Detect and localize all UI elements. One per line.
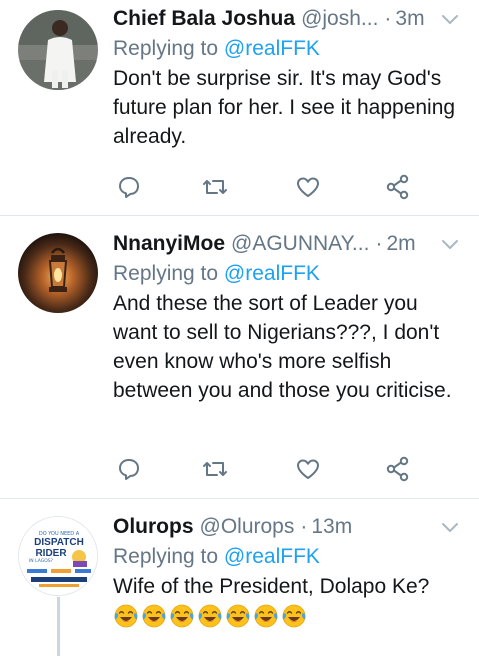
like-icon [297, 459, 319, 479]
laughing-tears-emoji-icon [282, 604, 306, 628]
laughing-tears-emoji-icon [142, 604, 166, 628]
divider [0, 215, 479, 216]
laughing-tears-emoji-icon [198, 604, 222, 628]
reply-icon [119, 177, 139, 198]
share-icon [386, 174, 409, 200]
reply-button[interactable] [115, 174, 143, 200]
replying-to: Replying to @realFFK [113, 37, 320, 60]
avatar-poster-line4: IN LAGOS? [29, 558, 54, 564]
user-handle[interactable]: @josh... [301, 7, 378, 31]
separator-dot: · [375, 232, 383, 255]
divider [0, 498, 479, 499]
chevron-down-icon[interactable] [439, 516, 461, 538]
user-handle[interactable]: @Olurops [200, 515, 295, 539]
timestamp[interactable]: 13m [311, 515, 352, 539]
reply-icon [119, 459, 139, 480]
emoji-row [113, 603, 465, 629]
laughing-tears-emoji-icon [226, 604, 250, 628]
chevron-down-icon[interactable] [439, 8, 461, 30]
retweet-icon [203, 462, 227, 476]
avatar[interactable]: DO YOU NEED A DISPATCH RIDER IN LAGOS? [18, 516, 98, 596]
laughing-tears-emoji-icon [170, 604, 194, 628]
like-button[interactable] [294, 456, 322, 482]
retweet-button[interactable] [201, 174, 229, 200]
tweet-text: Wife of the President, Dolapo Ke? [113, 575, 430, 598]
display-name[interactable]: Chief Bala Joshua [113, 7, 295, 31]
avatar-poster-line3: RIDER [35, 548, 67, 559]
avatar[interactable] [18, 10, 98, 90]
share-icon [386, 456, 409, 482]
share-button[interactable] [384, 174, 412, 200]
display-name[interactable]: NnanyiMoe [113, 232, 225, 256]
thread-line [57, 597, 60, 656]
mention-link[interactable]: @realFFK [224, 37, 320, 60]
share-button[interactable] [384, 456, 412, 482]
replying-to: Replying to @realFFK [113, 545, 320, 568]
replying-to: Replying to @realFFK [113, 262, 320, 285]
like-icon [297, 177, 319, 197]
timestamp[interactable]: 2m [386, 232, 415, 256]
mention-link[interactable]: @realFFK [224, 545, 320, 568]
retweet-button[interactable] [201, 456, 229, 482]
user-handle[interactable]: @AGUNNAY... [231, 232, 369, 256]
separator-dot: · [300, 515, 308, 538]
tweet-text: Don't be surprise sir. It's may God's fu… [113, 67, 456, 148]
timestamp[interactable]: 3m [395, 7, 424, 31]
laughing-tears-emoji-icon [254, 604, 278, 628]
mention-link[interactable]: @realFFK [224, 262, 320, 285]
avatar[interactable] [18, 233, 98, 313]
like-button[interactable] [294, 174, 322, 200]
reply-button[interactable] [115, 456, 143, 482]
laughing-tears-emoji-icon [114, 604, 138, 628]
tweet-text: And these the sort of Leader you want to… [113, 292, 452, 402]
chevron-down-icon[interactable] [439, 233, 461, 255]
separator-dot: · [384, 7, 392, 30]
display-name[interactable]: Olurops [113, 515, 194, 539]
retweet-icon [203, 180, 227, 194]
avatar-poster-line2: DISPATCH [34, 537, 84, 548]
